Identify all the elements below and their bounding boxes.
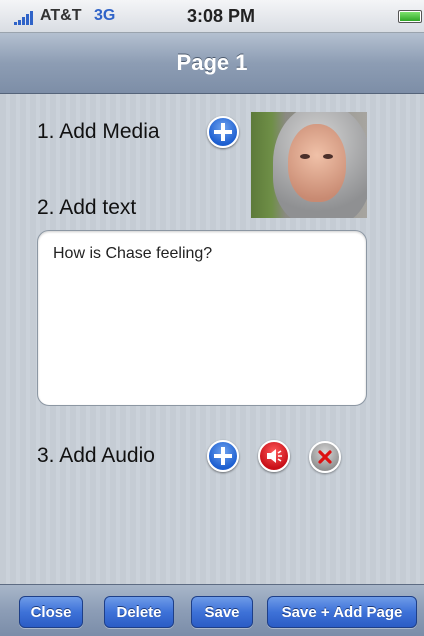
add-text-label: 2. Add text	[37, 196, 137, 219]
add-media-button[interactable]	[207, 116, 239, 148]
save-button[interactable]: Save	[191, 596, 253, 628]
carrier-name: AT&T	[40, 7, 82, 24]
status-bar: AT&T 3G 3:08 PM	[0, 0, 424, 33]
text-input[interactable]: How is Chase feeling?	[37, 230, 367, 406]
text-input-value: How is Chase feeling?	[53, 245, 213, 262]
add-media-label: 1. Add Media	[37, 120, 160, 143]
add-audio-label: 3. Add Audio	[37, 444, 155, 467]
delete-audio-button[interactable]	[309, 441, 341, 473]
play-audio-button[interactable]	[258, 440, 290, 472]
network-type: 3G	[94, 7, 116, 24]
page-editor: 1. Add Media 2. Add text How is Chase fe…	[0, 94, 424, 584]
add-audio-button[interactable]	[207, 440, 239, 472]
battery-level	[400, 12, 420, 21]
speaker-icon	[267, 449, 282, 463]
signal-strength-icon	[14, 11, 36, 25]
face-shape	[288, 124, 346, 202]
nav-bar: Page 1	[0, 33, 424, 94]
app-screen: AT&T 3G 3:08 PM Page 1 1. Add Media 2. A…	[0, 0, 424, 636]
status-time: 3:08 PM	[187, 6, 256, 26]
delete-button[interactable]: Delete	[104, 596, 174, 628]
save-add-page-button[interactable]: Save + Add Page	[267, 596, 417, 628]
battery-icon	[398, 10, 422, 23]
bottom-toolbar: Close Delete Save Save + Add Page	[0, 584, 424, 636]
page-title: Page 1	[176, 50, 248, 75]
media-thumbnail[interactable]	[251, 112, 367, 218]
close-button[interactable]: Close	[19, 596, 83, 628]
x-icon	[318, 450, 332, 464]
